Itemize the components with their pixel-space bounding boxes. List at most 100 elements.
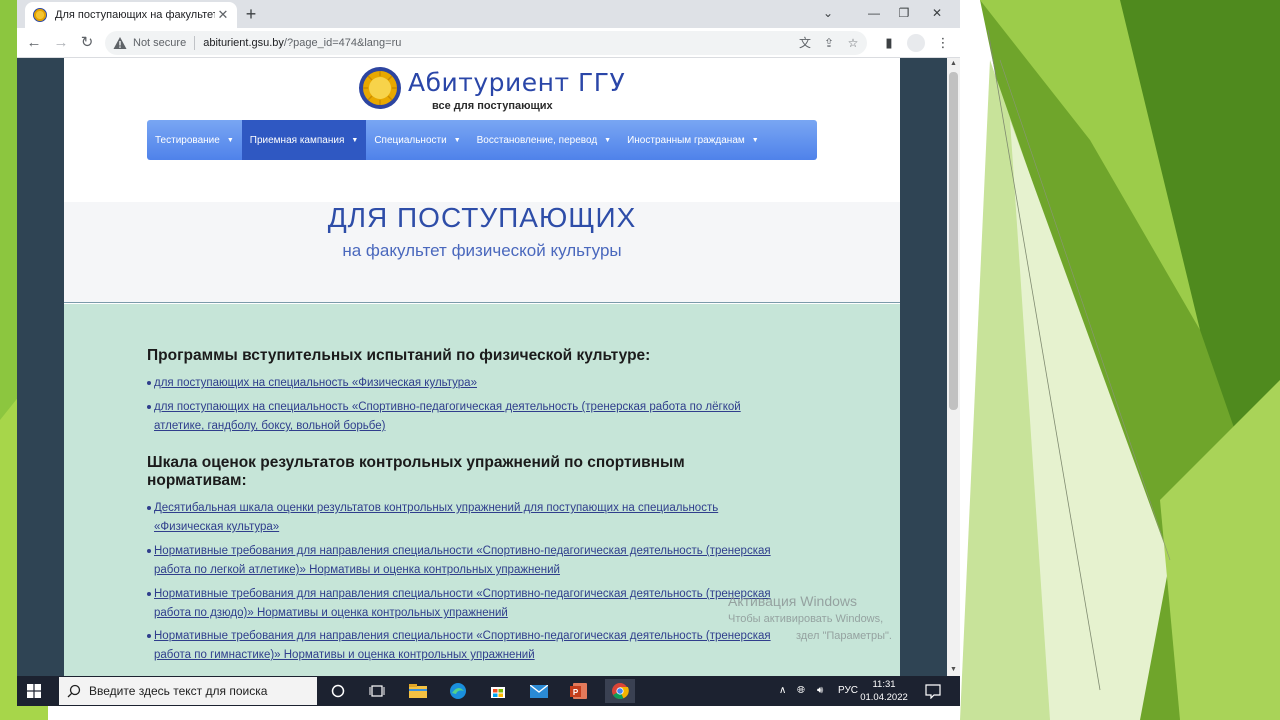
logo-title: Абитуриент ГГУ: [408, 68, 626, 97]
taskbar-clock[interactable]: 11:31 01.04.2022: [859, 678, 909, 704]
search-icon: [67, 684, 81, 698]
nav-item-label: Тестирование: [155, 134, 220, 146]
site-favicon-icon: [33, 8, 47, 22]
caret-down-icon: ▼: [751, 136, 759, 144]
windows-start-icon[interactable]: [27, 684, 41, 698]
back-button[interactable]: ←: [23, 32, 45, 54]
tab-search-chevron-down-icon[interactable]: ⌄: [813, 2, 843, 24]
logo-subtitle: все для поступающих: [432, 100, 553, 112]
link-text: Нормативные требования для направления с…: [154, 588, 771, 600]
link-text: атлетике, гандболу, боксу, вольной борьб…: [154, 420, 386, 432]
page-subtitle: на факультет физической культуры: [342, 241, 622, 260]
nav-item-specialties[interactable]: Специальности ▼: [366, 120, 468, 160]
link-text: работа по гимнастике)» Нормативы и оценк…: [154, 649, 535, 661]
list-item: для поступающих на специальность «Спорти…: [147, 398, 814, 436]
link-text: работа по легкой атлетике)» Нормативы и …: [154, 564, 560, 576]
section-heading-scale: Шкала оценок результатов контрольных упр…: [147, 454, 787, 490]
page-hero: ДЛЯ ПОСТУПАЮЩИХ на факультет физической …: [64, 202, 900, 303]
page-scrollbar[interactable]: ▲ ▼: [947, 58, 960, 676]
url-host: abiturient.gsu.by: [203, 37, 284, 49]
nav-item-label: Восстановление, перевод: [476, 134, 598, 146]
browser-window: Для поступающих на факультет ✕ + ⌄ — ❐ ✕…: [17, 0, 960, 676]
browser-tab-active[interactable]: Для поступающих на факультет ✕: [25, 2, 237, 28]
omnibox-actions: 文 ⇪ ☆: [797, 35, 861, 51]
scrollbar-thumb[interactable]: [949, 72, 958, 410]
norms-link-gymnastics[interactable]: Нормативные требования для направления с…: [154, 630, 771, 661]
link-text: Нормативные требования для направления с…: [154, 545, 771, 557]
nav-item-label: Приемная кампания: [249, 134, 345, 146]
task-view-icon[interactable]: [365, 679, 389, 703]
volume-icon[interactable]: 🔊︎: [817, 684, 823, 698]
powerpoint-icon[interactable]: P: [567, 679, 591, 703]
nav-item-label: Специальности: [374, 134, 447, 146]
profile-avatar-icon[interactable]: [907, 34, 925, 52]
windows-taskbar: Введите здесь текст для поиска P ∧ 🌐︎ 🔊︎…: [17, 676, 960, 706]
close-window-button[interactable]: ✕: [922, 2, 952, 24]
norms-link-athletics[interactable]: Нормативные требования для направления с…: [154, 545, 771, 576]
heading-line: нормативам:: [147, 472, 247, 489]
program-link-sports-pedagogy[interactable]: для поступающих на специальность «Спорти…: [154, 401, 741, 432]
cortana-icon[interactable]: [326, 679, 350, 703]
svg-text:P: P: [573, 688, 579, 697]
nav-item-label: Иностранным гражданам: [627, 134, 745, 146]
notification-center-icon[interactable]: [925, 683, 941, 699]
omnibox-separator: [194, 36, 196, 50]
list-item: Нормативные требования для направления с…: [147, 542, 814, 580]
list-item: Десятибальная шкала оценки результатов к…: [147, 499, 814, 537]
translate-icon[interactable]: 文: [797, 35, 813, 51]
tab-strip: Для поступающих на факультет ✕ + ⌄ — ❐ ✕: [17, 0, 960, 28]
list-item: Нормативные требования для направления с…: [147, 585, 814, 623]
taskbar-search-box[interactable]: Введите здесь текст для поиска: [59, 677, 317, 705]
browser-toolbar: ← → ↻ Not secure abiturient.gsu.by /?pag…: [17, 28, 960, 58]
mail-icon[interactable]: [527, 679, 551, 703]
menu-kebab-icon[interactable]: ⋮: [933, 33, 953, 53]
restore-window-button[interactable]: ❐: [889, 2, 919, 24]
tab-title: Для поступающих на факультет: [55, 9, 215, 21]
screen: Для поступающих на факультет ✕ + ⌄ — ❐ ✕…: [0, 0, 1280, 720]
link-text: для поступающих на специальность «Физиче…: [154, 377, 477, 389]
list-item: для поступающих на специальность «Физиче…: [147, 374, 814, 393]
nav-item-restoration-transfer[interactable]: Восстановление, перевод ▼: [469, 120, 619, 160]
forward-button[interactable]: →: [50, 32, 72, 54]
share-icon[interactable]: ⇪: [821, 35, 837, 51]
chrome-browser-icon[interactable]: [605, 679, 635, 703]
scale-link-ten-point[interactable]: Десятибальная шкала оценки результатов к…: [154, 502, 718, 533]
nav-item-foreign-citizens[interactable]: Иностранным гражданам ▼: [619, 120, 767, 160]
activation-watermark-line: здел "Параметры".: [796, 630, 892, 642]
show-hidden-icons-chevron-up-icon[interactable]: ∧: [779, 684, 786, 698]
site-logo[interactable]: Абитуриент ГГУ все для поступающих: [358, 64, 625, 114]
clock-date: 01.04.2022: [860, 692, 908, 703]
minimize-window-button[interactable]: —: [859, 2, 889, 24]
not-secure-label: Not secure: [133, 37, 187, 49]
side-panel-icon[interactable]: ▮: [879, 33, 899, 53]
nav-item-testing[interactable]: Тестирование ▼: [147, 120, 242, 160]
heading-line: Шкала оценок результатов контрольных упр…: [147, 454, 685, 471]
input-language-indicator[interactable]: РУС: [838, 684, 858, 698]
network-globe-icon[interactable]: 🌐︎: [797, 684, 805, 698]
search-placeholder: Введите здесь текст для поиска: [89, 684, 268, 698]
program-link-physical-culture[interactable]: для поступающих на специальность «Физиче…: [154, 377, 477, 389]
scroll-down-arrow-icon[interactable]: ▼: [947, 664, 960, 676]
section-heading-programs: Программы вступительных испытаний по физ…: [147, 347, 651, 364]
list-item: Нормативные требования для направления с…: [147, 627, 814, 665]
reload-button[interactable]: ↻: [76, 32, 98, 54]
url-path: /?page_id=474&lang=ru: [283, 37, 402, 49]
norms-link-judo[interactable]: Нормативные требования для направления с…: [154, 588, 771, 619]
scroll-up-arrow-icon[interactable]: ▲: [947, 58, 960, 70]
main-navigation: Тестирование ▼ Приемная кампания ▼ Специал…: [147, 120, 817, 160]
link-text: Нормативные требования для направления с…: [154, 630, 771, 642]
activation-watermark-title: Активация Windows: [728, 593, 858, 609]
microsoft-store-icon[interactable]: [486, 679, 510, 703]
edge-browser-icon[interactable]: [446, 679, 470, 703]
link-text: работа по дзюдо)» Нормативы и оценка кон…: [154, 607, 508, 619]
close-tab-icon[interactable]: ✕: [215, 7, 231, 23]
bookmark-star-icon[interactable]: ☆: [845, 35, 861, 51]
link-text: для поступающих на специальность «Спорти…: [154, 401, 741, 413]
address-bar[interactable]: Not secure abiturient.gsu.by /?page_id=4…: [105, 31, 867, 55]
web-page: Абитуриент ГГУ все для поступающих Тести…: [64, 58, 900, 676]
file-explorer-icon[interactable]: [406, 679, 430, 703]
nav-item-admission-campaign[interactable]: Приемная кампания ▼: [241, 120, 367, 160]
page-title: ДЛЯ ПОСТУПАЮЩИХ: [327, 202, 637, 233]
page-viewport: Абитуриент ГГУ все для поступающих Тести…: [17, 58, 947, 676]
new-tab-button[interactable]: +: [241, 4, 261, 24]
